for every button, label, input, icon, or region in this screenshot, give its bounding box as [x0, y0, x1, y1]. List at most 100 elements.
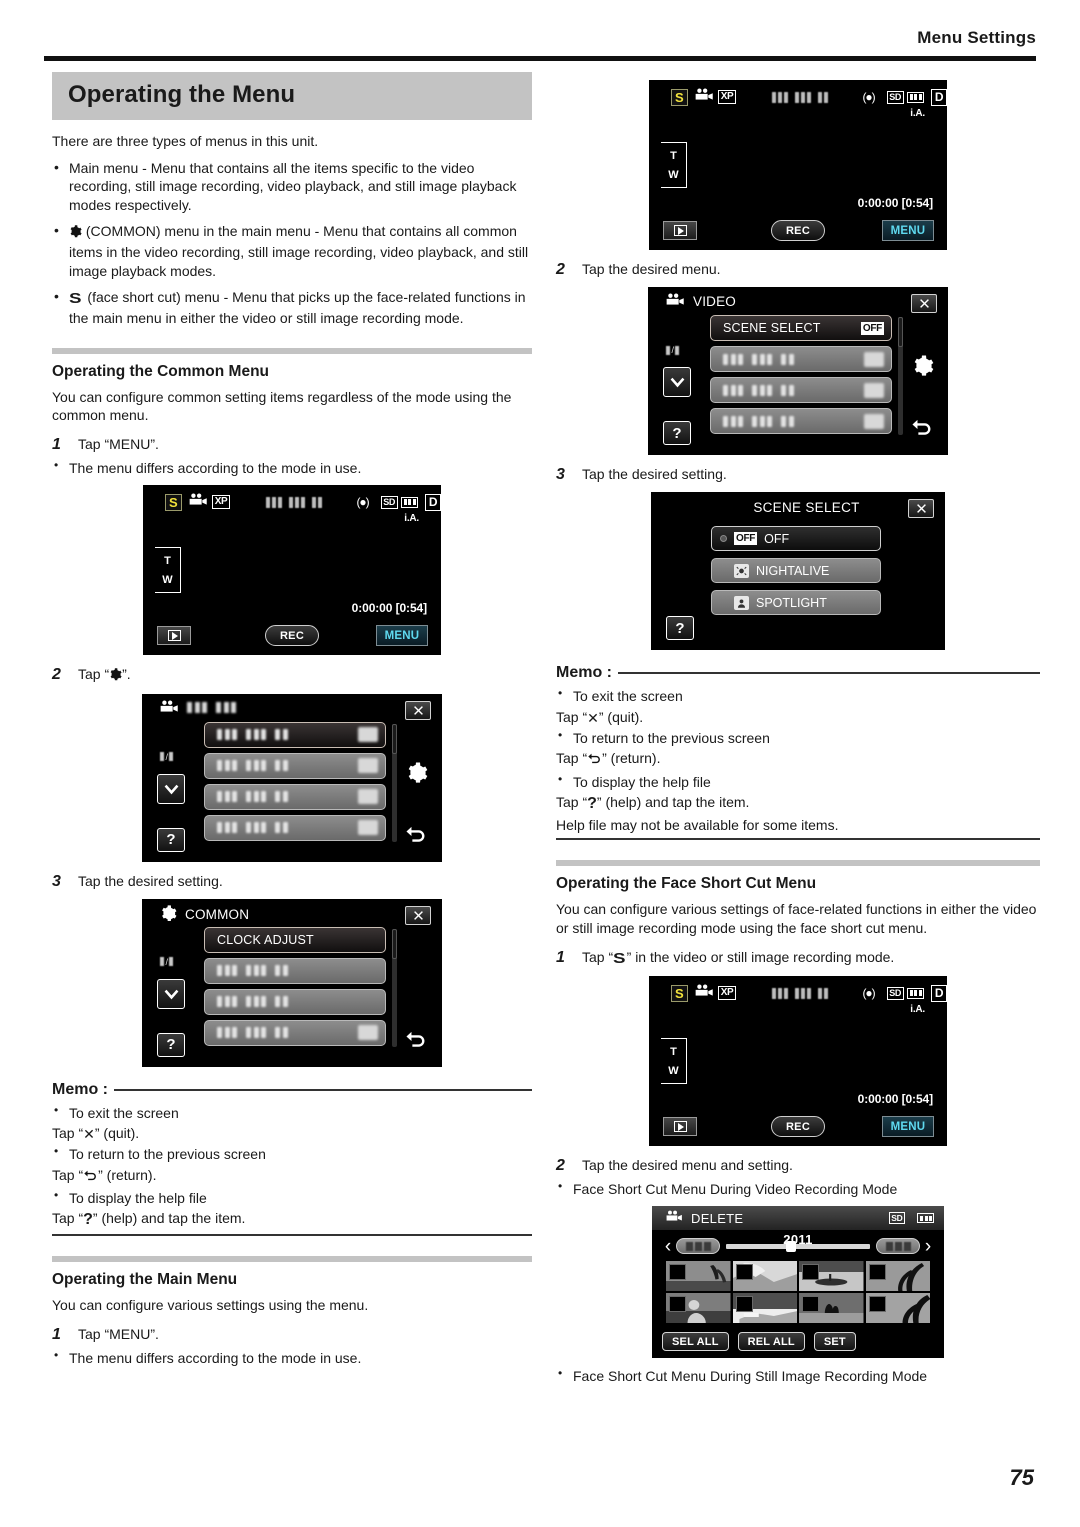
blurred-label	[217, 729, 358, 741]
thumbnail-item[interactable]	[666, 1293, 731, 1324]
menu-button[interactable]: MENU	[882, 220, 934, 241]
blurred-label	[217, 996, 378, 1008]
menu-row[interactable]	[204, 783, 386, 810]
scrollbar-thumb[interactable]	[898, 317, 903, 348]
blurred-label	[723, 384, 864, 396]
image-stabilizer-icon: (●)	[356, 495, 369, 510]
next-arrow-icon[interactable]: ›	[920, 1237, 936, 1256]
playback-button[interactable]	[663, 1117, 697, 1137]
menu-row[interactable]	[204, 814, 386, 841]
checkbox[interactable]	[735, 1296, 753, 1313]
face-shortcut-icon[interactable]: S	[671, 88, 688, 106]
scrollbar-thumb[interactable]	[392, 928, 397, 959]
scene-option-nightalive[interactable]: NIGHTALIVE	[711, 558, 881, 584]
quality-badge: XP	[717, 986, 737, 1001]
page-indicator: /	[160, 957, 174, 967]
checkbox[interactable]	[868, 1296, 886, 1313]
playback-button[interactable]	[663, 221, 697, 240]
menu-button[interactable]: MENU	[882, 1116, 934, 1138]
memo-line: To display the help file	[556, 771, 1040, 792]
menu-row[interactable]	[204, 1019, 386, 1046]
date-chip-right[interactable]	[876, 1238, 920, 1255]
checkbox[interactable]	[802, 1296, 819, 1313]
close-icon[interactable]	[911, 294, 937, 314]
step-number: 2	[556, 261, 565, 278]
thumbnail-item[interactable]	[799, 1261, 864, 1292]
scroll-down-button[interactable]	[157, 773, 185, 804]
scroll-down-button[interactable]	[157, 978, 185, 1009]
section-divider	[52, 347, 532, 354]
help-button[interactable]: ?	[663, 421, 691, 446]
remaining-time: [0:54]	[395, 601, 428, 616]
common-menu-button[interactable]	[404, 760, 430, 786]
thumbnail-item[interactable]	[732, 1293, 797, 1324]
help-button[interactable]: ?	[157, 1032, 185, 1057]
playback-button[interactable]	[157, 626, 191, 646]
prev-arrow-icon[interactable]: ‹	[660, 1237, 676, 1256]
step-number: 1	[52, 1326, 61, 1344]
checkbox[interactable]	[669, 1264, 686, 1281]
common-intro: You can configure common setting items r…	[52, 388, 512, 424]
help-button[interactable]: ?	[666, 616, 694, 641]
thumbnail-item[interactable]	[732, 1261, 797, 1292]
menu-row[interactable]	[710, 346, 892, 373]
face-shortcut-icon[interactable]: S	[165, 493, 182, 511]
thumbnail-item[interactable]	[865, 1261, 930, 1292]
set-button[interactable]: SET	[813, 1332, 856, 1352]
thumbnail-item[interactable]	[666, 1261, 731, 1292]
step-1-main-notes: The menu differs according to the mode i…	[52, 1348, 532, 1367]
zoom-control[interactable]: T W	[661, 1038, 687, 1085]
delete-action-buttons: SEL ALL REL ALL SET	[662, 1332, 934, 1352]
menu-row[interactable]	[204, 721, 386, 748]
menu-row[interactable]	[710, 408, 892, 435]
scene-option-spotlight[interactable]: SPOTLIGHT	[711, 590, 881, 616]
help-button[interactable]: ?	[157, 827, 185, 852]
menu-button[interactable]: MENU	[376, 625, 428, 647]
checkbox[interactable]	[669, 1296, 686, 1313]
checkbox[interactable]	[802, 1264, 819, 1281]
sd-card-icon: SD	[886, 90, 904, 104]
menu-row[interactable]	[710, 377, 892, 404]
thumbnail-item[interactable]	[799, 1293, 864, 1324]
remaining-time: [0:54]	[901, 196, 934, 210]
scrollbar[interactable]	[392, 928, 397, 1047]
blurred-value	[864, 382, 884, 398]
rec-button[interactable]: REC	[771, 220, 825, 241]
date-chip-left[interactable]	[676, 1238, 720, 1255]
blurred-value	[358, 727, 378, 743]
return-button[interactable]	[402, 1029, 430, 1053]
menu-row-scene-select[interactable]: SCENE SELECT OFF	[710, 315, 892, 342]
menu-row-clock-adjust[interactable]: CLOCK ADJUST	[204, 926, 386, 953]
image-stabilizer-icon: (●)	[862, 90, 875, 104]
select-all-button[interactable]: SEL ALL	[662, 1332, 729, 1352]
scrollbar[interactable]	[392, 723, 397, 842]
main-menu-intro: You can configure various settings using…	[52, 1297, 369, 1314]
bullet-text: (COMMON) menu in the main menu - Menu th…	[69, 223, 529, 279]
zoom-control[interactable]: T W	[155, 547, 181, 594]
menu-row[interactable]	[204, 957, 386, 984]
release-all-button[interactable]: REL ALL	[737, 1332, 805, 1352]
face-shortcut-icon[interactable]: S	[671, 984, 688, 1002]
checkbox[interactable]	[735, 1264, 753, 1281]
close-icon[interactable]	[405, 905, 431, 925]
close-icon[interactable]	[405, 700, 431, 720]
blurred-value	[358, 789, 378, 805]
scene-option-off[interactable]: OFF OFF	[711, 526, 881, 552]
scrollbar-thumb[interactable]	[392, 723, 397, 754]
menu-row[interactable]	[204, 752, 386, 779]
checkbox[interactable]	[868, 1264, 886, 1281]
memo-line: To display the help file	[52, 1187, 532, 1208]
scrollbar[interactable]	[898, 317, 903, 436]
return-button[interactable]	[908, 417, 936, 441]
common-menu-button[interactable]	[910, 353, 936, 379]
thumbnail-item[interactable]	[865, 1293, 930, 1324]
menu-row[interactable]	[204, 988, 386, 1015]
rec-button[interactable]: REC	[265, 625, 319, 647]
scroll-down-button[interactable]	[663, 367, 691, 398]
menu-types-list: Main menu - Menu that contains all the i…	[52, 158, 532, 328]
return-button[interactable]	[402, 824, 430, 848]
blurred-status-text	[772, 91, 829, 103]
rec-button[interactable]: REC	[771, 1116, 825, 1138]
zoom-control[interactable]: T W	[661, 142, 687, 188]
close-icon[interactable]	[908, 499, 934, 519]
